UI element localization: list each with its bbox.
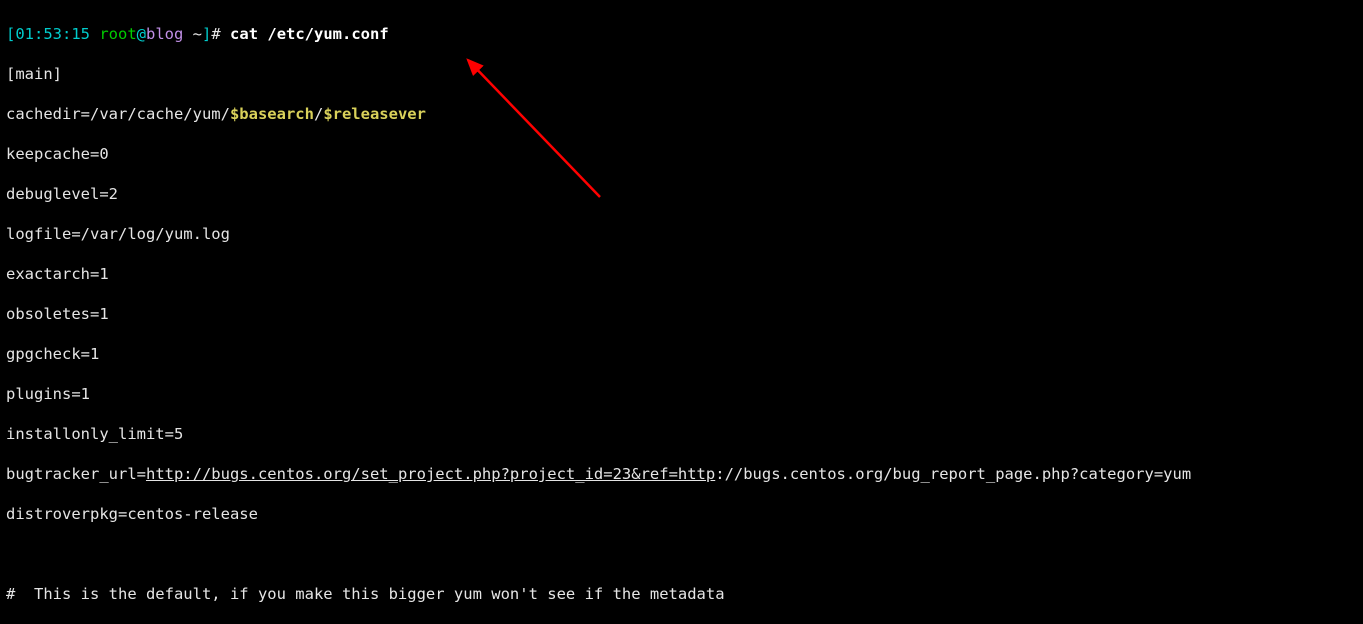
prompt-line-1: [01:53:15 root@blog ~]# cat /etc/yum.con…	[6, 24, 1357, 44]
bugtracker-prefix: bugtracker_url=	[6, 465, 146, 483]
output-obsoletes: obsoletes=1	[6, 304, 1357, 324]
output-gpgcheck: gpgcheck=1	[6, 344, 1357, 364]
bugtracker-tail: ://bugs.centos.org/bug_report_page.php?c…	[715, 465, 1191, 483]
output-distroverpkg: distroverpkg=centos-release	[6, 504, 1357, 524]
prompt-user: root	[90, 25, 137, 43]
output-debuglevel: debuglevel=2	[6, 184, 1357, 204]
terminal[interactable]: [01:53:15 root@blog ~]# cat /etc/yum.con…	[0, 0, 1363, 624]
comment-line: # This is the default, if you make this …	[6, 584, 1357, 604]
prompt-path: ~	[183, 25, 202, 43]
output-installonly: installonly_limit=5	[6, 424, 1357, 444]
cachedir-prefix: cachedir=/var/cache/yum/	[6, 105, 230, 123]
prompt-sigil: #	[211, 25, 230, 43]
cachedir-sep: /	[314, 105, 323, 123]
output-cachedir: cachedir=/var/cache/yum/$basearch/$relea…	[6, 104, 1357, 124]
cachedir-var-basearch: $basearch	[230, 105, 314, 123]
prompt-at: @	[137, 25, 146, 43]
command-text: cat /etc/yum.conf	[230, 25, 389, 43]
prompt-host: blog	[146, 25, 183, 43]
prompt-bracket-open: [	[6, 25, 15, 43]
bugtracker-link[interactable]: http://bugs.centos.org/set_project.php?p…	[146, 465, 715, 483]
output-logfile: logfile=/var/log/yum.log	[6, 224, 1357, 244]
prompt-time: 01:53:15	[15, 25, 90, 43]
output-plugins: plugins=1	[6, 384, 1357, 404]
cachedir-var-releasever: $releasever	[323, 105, 426, 123]
prompt-bracket-close: ]	[202, 25, 211, 43]
output-exactarch: exactarch=1	[6, 264, 1357, 284]
output-bugtracker: bugtracker_url=http://bugs.centos.org/se…	[6, 464, 1357, 484]
output-keepcache: keepcache=0	[6, 144, 1357, 164]
output-main: [main]	[6, 64, 1357, 84]
